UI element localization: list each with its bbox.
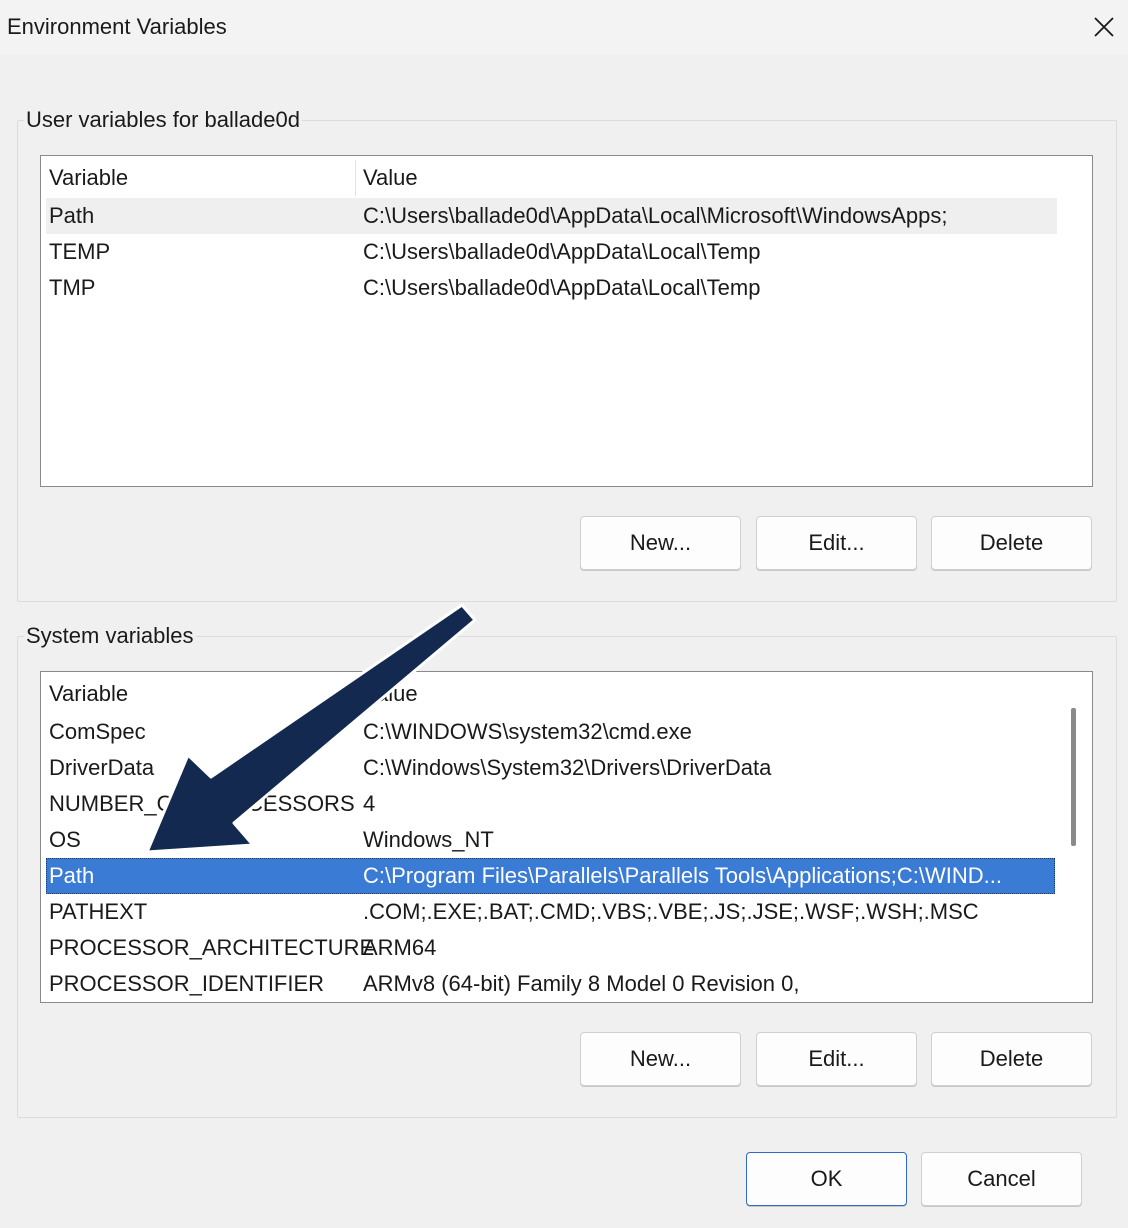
variable-name: ComSpec <box>49 719 146 744</box>
variable-value: C:\Users\ballade0d\AppData\Local\Microso… <box>363 203 948 228</box>
table-row-selected[interactable]: Path C:\Program Files\Parallels\Parallel… <box>46 858 1055 894</box>
variable-value: C:\Program Files\Parallels\Parallels Too… <box>363 863 1003 888</box>
close-button[interactable] <box>1080 0 1128 54</box>
table-row[interactable]: TEMP C:\Users\ballade0d\AppData\Local\Te… <box>46 234 1057 270</box>
user-delete-button[interactable]: Delete <box>931 516 1092 570</box>
user-new-button[interactable]: New... <box>580 516 741 570</box>
column-header-value[interactable]: Value <box>363 160 418 196</box>
variable-value: C:\Users\ballade0d\AppData\Local\Temp <box>363 275 761 300</box>
variable-value: ARMv8 (64-bit) Family 8 Model 0 Revision… <box>363 971 800 996</box>
variable-name: PATHEXT <box>49 899 148 924</box>
table-row[interactable]: DriverData C:\Windows\System32\Drivers\D… <box>46 750 1057 786</box>
variable-value: ARM64 <box>363 935 437 960</box>
table-row[interactable]: ComSpec C:\WINDOWS\system32\cmd.exe <box>46 714 1057 750</box>
variable-name: NUMBER_OF_PROCESSORS <box>49 791 355 816</box>
user-edit-button[interactable]: Edit... <box>756 516 917 570</box>
variable-value: C:\WINDOWS\system32\cmd.exe <box>363 719 692 744</box>
close-icon <box>1094 17 1114 37</box>
title-bar: Environment Variables <box>0 0 1128 54</box>
table-row[interactable]: OS Windows_NT <box>46 822 1057 858</box>
column-divider[interactable] <box>355 676 356 712</box>
table-row[interactable]: NUMBER_OF_PROCESSORS 4 <box>46 786 1057 822</box>
cancel-button[interactable]: Cancel <box>921 1152 1082 1206</box>
variable-name: PROCESSOR_ARCHITECTURE <box>49 935 375 960</box>
vertical-scrollbar[interactable] <box>1058 672 1090 1002</box>
column-header-variable[interactable]: Variable <box>49 676 128 712</box>
table-row[interactable]: Path C:\Users\ballade0d\AppData\Local\Mi… <box>46 198 1057 234</box>
variable-value: 4 <box>363 791 376 816</box>
variable-value: .COM;.EXE;.BAT;.CMD;.VBS;.VBE;.JS;.JSE;.… <box>363 899 979 924</box>
table-row[interactable]: PROCESSOR_IDENTIFIER ARMv8 (64-bit) Fami… <box>46 966 1057 1002</box>
table-row[interactable]: PATHEXT .COM;.EXE;.BAT;.CMD;.VBS;.VBE;.J… <box>46 894 1057 930</box>
list-header: Variable Value <box>46 160 1057 196</box>
ok-button[interactable]: OK <box>746 1152 907 1206</box>
window-title: Environment Variables <box>7 14 227 39</box>
system-delete-button[interactable]: Delete <box>931 1032 1092 1086</box>
table-row[interactable]: TMP C:\Users\ballade0d\AppData\Local\Tem… <box>46 270 1057 306</box>
variable-name: OS <box>49 827 81 852</box>
variable-value: C:\Users\ballade0d\AppData\Local\Temp <box>363 239 761 264</box>
variable-value: Windows_NT <box>363 827 494 852</box>
variable-name: TEMP <box>49 239 111 264</box>
system-new-button[interactable]: New... <box>580 1032 741 1086</box>
column-divider[interactable] <box>355 160 356 196</box>
variable-name: DriverData <box>49 755 155 780</box>
system-variables-list[interactable]: Variable Value ComSpec C:\WINDOWS\system… <box>40 671 1093 1003</box>
variable-name: TMP <box>49 275 96 300</box>
column-header-value[interactable]: Value <box>363 676 418 712</box>
system-edit-button[interactable]: Edit... <box>756 1032 917 1086</box>
variable-value: C:\Windows\System32\Drivers\DriverData <box>363 755 772 780</box>
variable-name: Path <box>49 863 95 888</box>
scrollbar-thumb[interactable] <box>1071 708 1076 846</box>
user-variables-list[interactable]: Variable Value Path C:\Users\ballade0d\A… <box>40 155 1093 487</box>
variable-name: Path <box>49 203 95 228</box>
table-row[interactable]: PROCESSOR_ARCHITECTURE ARM64 <box>46 930 1057 966</box>
system-variables-label: System variables <box>24 623 196 649</box>
column-header-variable[interactable]: Variable <box>49 160 128 196</box>
user-variables-label: User variables for ballade0d <box>24 107 302 133</box>
list-header: Variable Value <box>46 676 1057 712</box>
variable-name: PROCESSOR_IDENTIFIER <box>49 971 325 996</box>
